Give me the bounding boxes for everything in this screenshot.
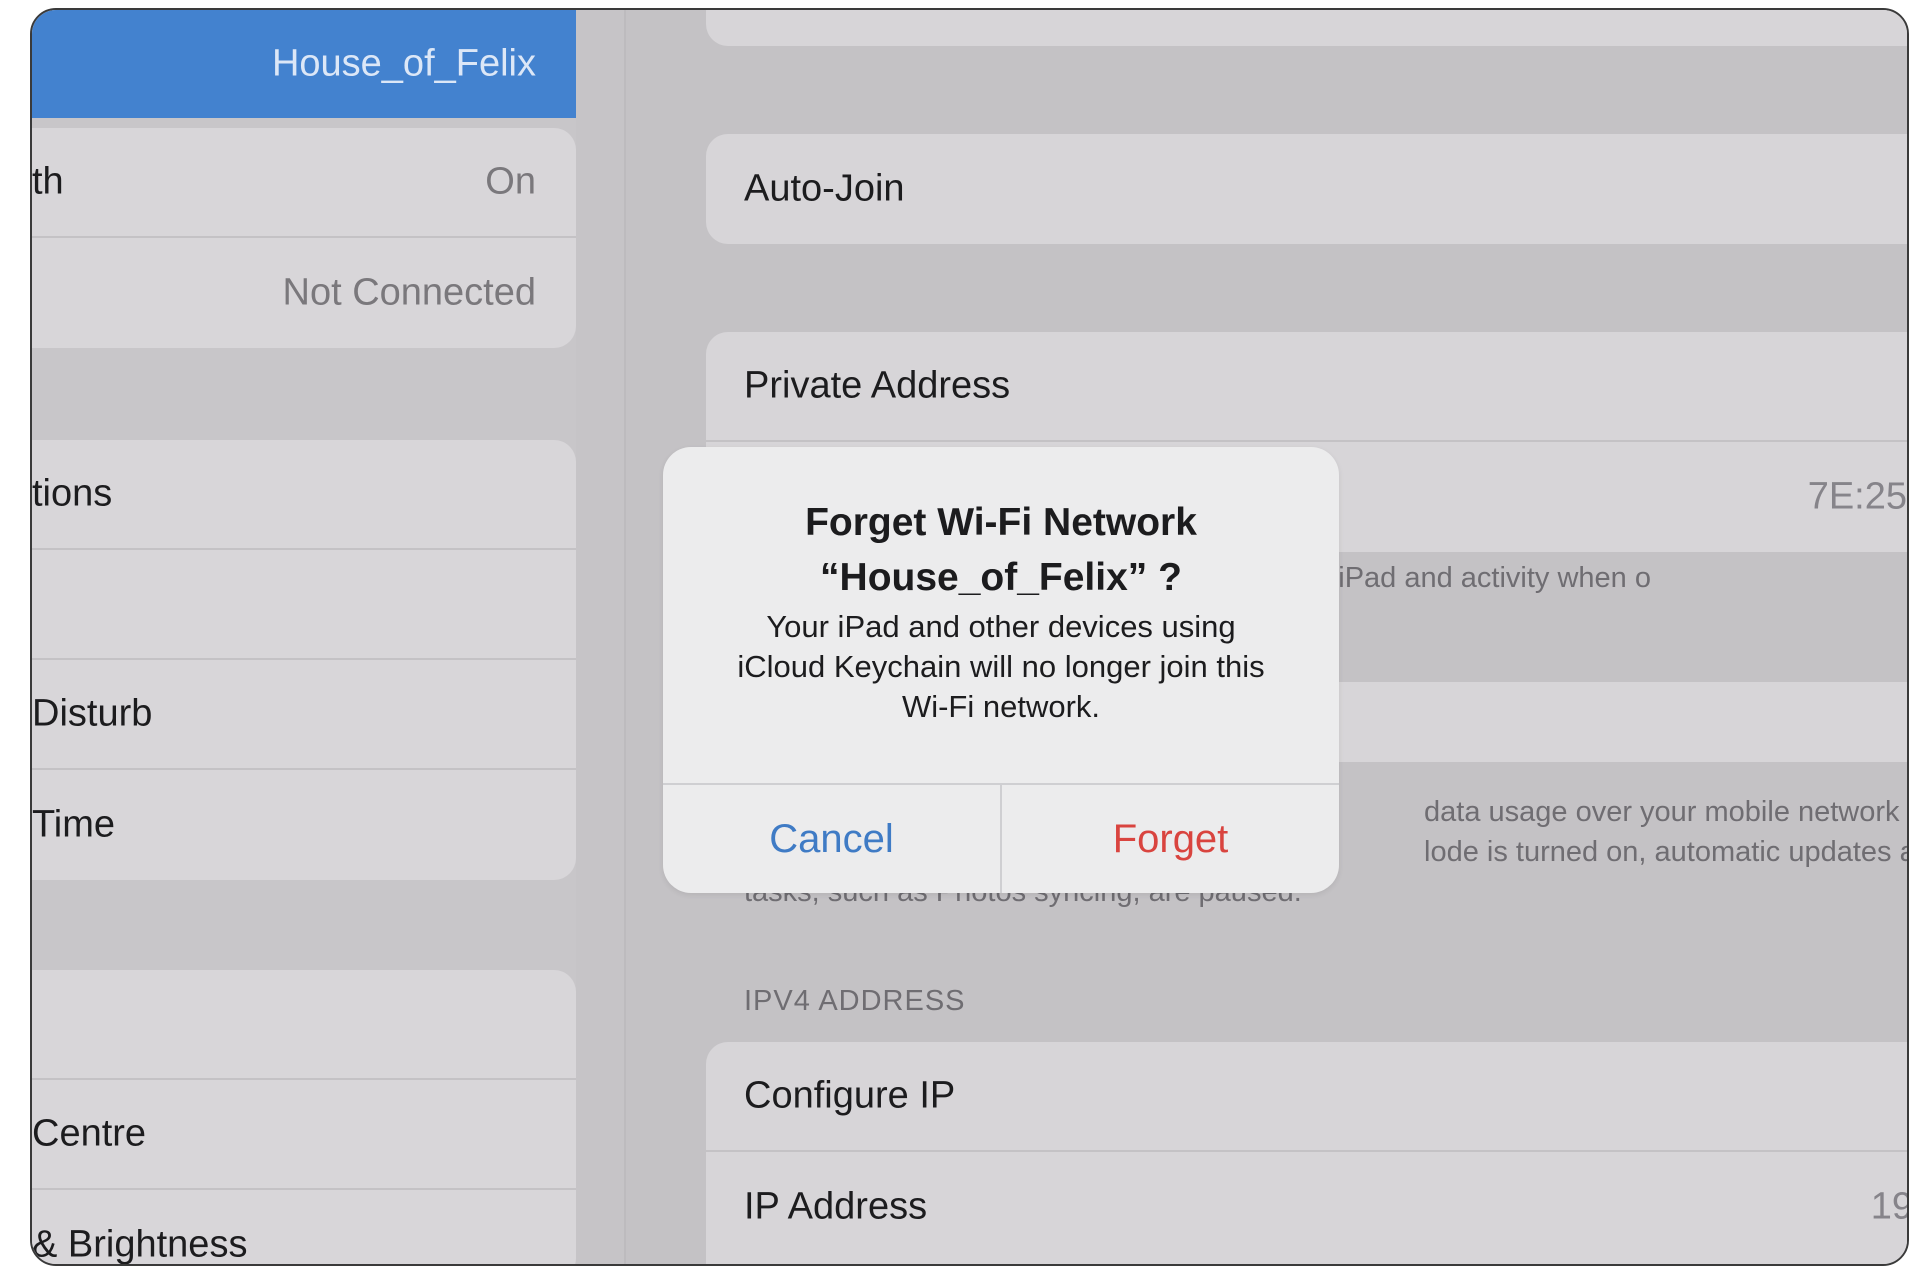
sidebar-item-label: th — [32, 161, 64, 204]
sidebar-item-value: Not Connected — [283, 272, 537, 315]
configure-ip-row[interactable]: Configure IP — [706, 1042, 1909, 1152]
wifi-address-value: 7E:25 — [1808, 476, 1907, 519]
auto-join-label: Auto-Join — [744, 168, 905, 211]
settings-sidebar: House_of_Felix th On Not Connected tions… — [32, 10, 576, 1264]
sidebar-group-connectivity: th On Not Connected — [32, 128, 576, 348]
sidebar-item-vpn[interactable]: Not Connected — [32, 238, 576, 348]
auto-join-row[interactable]: Auto-Join — [706, 134, 1909, 244]
sidebar-item-general[interactable] — [32, 970, 576, 1080]
forget-button[interactable]: Forget — [1002, 785, 1339, 893]
top-card — [706, 8, 1909, 46]
sidebar-group-notifications: tions Disturb Time — [32, 440, 576, 880]
alert-title-line2: “House_of_Felix” ? — [663, 550, 1339, 605]
ip-address-value: 19 — [1871, 1186, 1909, 1229]
alert-title: Forget Wi-Fi Network “House_of_Felix” ? — [663, 495, 1339, 605]
sidebar-item-value: On — [485, 161, 536, 204]
sidebar-item-wifi-selected[interactable]: House_of_Felix — [32, 10, 576, 118]
sidebar-item-control-centre[interactable]: Centre — [32, 1080, 576, 1190]
sidebar-item-screen-time[interactable]: Time — [32, 770, 576, 880]
sidebar-item-sounds[interactable] — [32, 550, 576, 660]
sidebar-item-label: Time — [32, 804, 115, 847]
sidebar-item-label: & Brightness — [32, 1224, 247, 1266]
low-data-footer-line1: data usage over your mobile network o — [1424, 792, 1909, 832]
sidebar-item-do-not-disturb[interactable]: Disturb — [32, 660, 576, 770]
cancel-button[interactable]: Cancel — [663, 785, 1000, 893]
sidebar-item-label: tions — [32, 473, 112, 516]
forget-network-alert: Forget Wi-Fi Network “House_of_Felix” ? … — [663, 447, 1339, 893]
low-data-footer-line2: lode is turned on, automatic updates an — [1424, 832, 1909, 872]
ipv4-section-header: IPV4 ADDRESS — [744, 985, 966, 1018]
ipv4-card: Configure IP IP Address 19 — [706, 1042, 1909, 1266]
private-address-row[interactable]: Private Address — [706, 332, 1909, 442]
alert-title-line1: Forget Wi-Fi Network — [663, 495, 1339, 550]
sidebar-item-bluetooth[interactable]: th On — [32, 128, 576, 238]
sidebar-group-general: Centre & Brightness — [32, 970, 576, 1266]
alert-message: Your iPad and other devices using iCloud… — [693, 607, 1309, 727]
selected-network-name: House_of_Felix — [272, 43, 536, 86]
sidebar-item-label: Disturb — [32, 693, 152, 736]
ip-address-row: IP Address 19 — [706, 1152, 1909, 1262]
auto-join-card: Auto-Join — [706, 134, 1909, 244]
sidebar-item-label: Centre — [32, 1113, 146, 1156]
sidebar-item-display-brightness[interactable]: & Brightness — [32, 1190, 576, 1266]
ipad-screen: House_of_Felix th On Not Connected tions… — [30, 8, 1909, 1266]
private-address-label: Private Address — [744, 365, 1010, 408]
sidebar-item-notifications[interactable]: tions — [32, 440, 576, 550]
alert-message-line2: iCloud Keychain will no longer join this — [693, 647, 1309, 687]
configure-ip-label: Configure IP — [744, 1075, 955, 1118]
alert-message-line3: Wi-Fi network. — [693, 687, 1309, 727]
ip-address-label: IP Address — [744, 1186, 927, 1229]
alert-message-line1: Your iPad and other devices using — [693, 607, 1309, 647]
